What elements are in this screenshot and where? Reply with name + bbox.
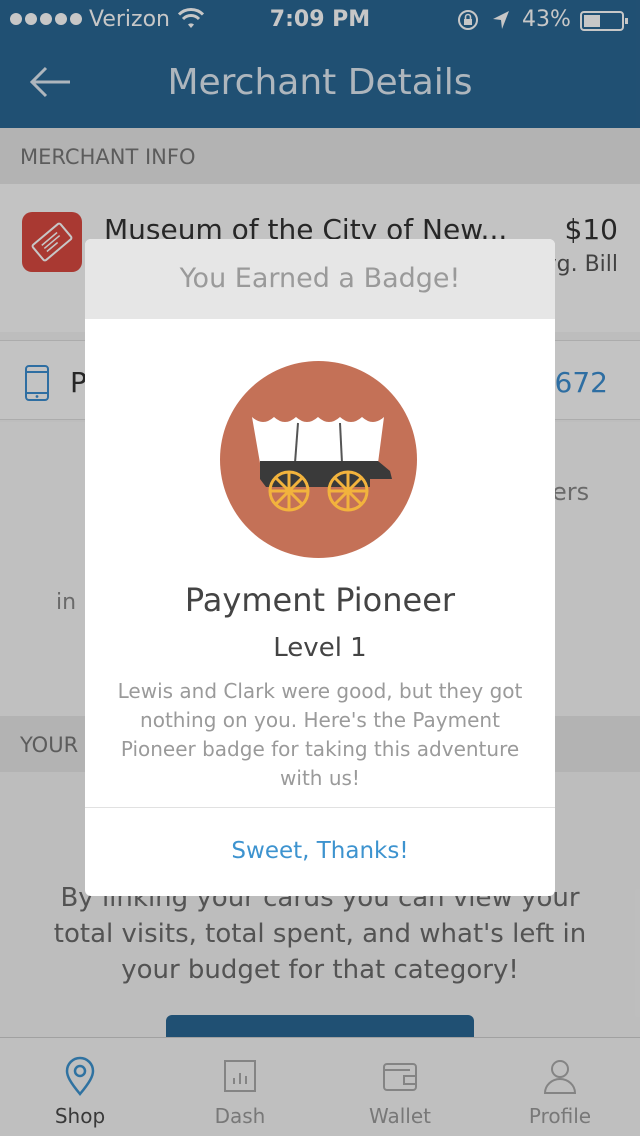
badge-modal: You Earned a Badge! Payment Pioneer Leve… <box>85 239 555 896</box>
badge-name: Payment Pioneer <box>184 581 456 619</box>
sweet-thanks-button[interactable]: Sweet, Thanks! <box>85 808 555 896</box>
covered-wagon-badge-icon <box>220 361 417 558</box>
modal-header: You Earned a Badge! <box>85 239 555 319</box>
badge-level: Level 1 <box>273 633 367 663</box>
badge-description: Lewis and Clark were good, but they got … <box>117 679 523 790</box>
